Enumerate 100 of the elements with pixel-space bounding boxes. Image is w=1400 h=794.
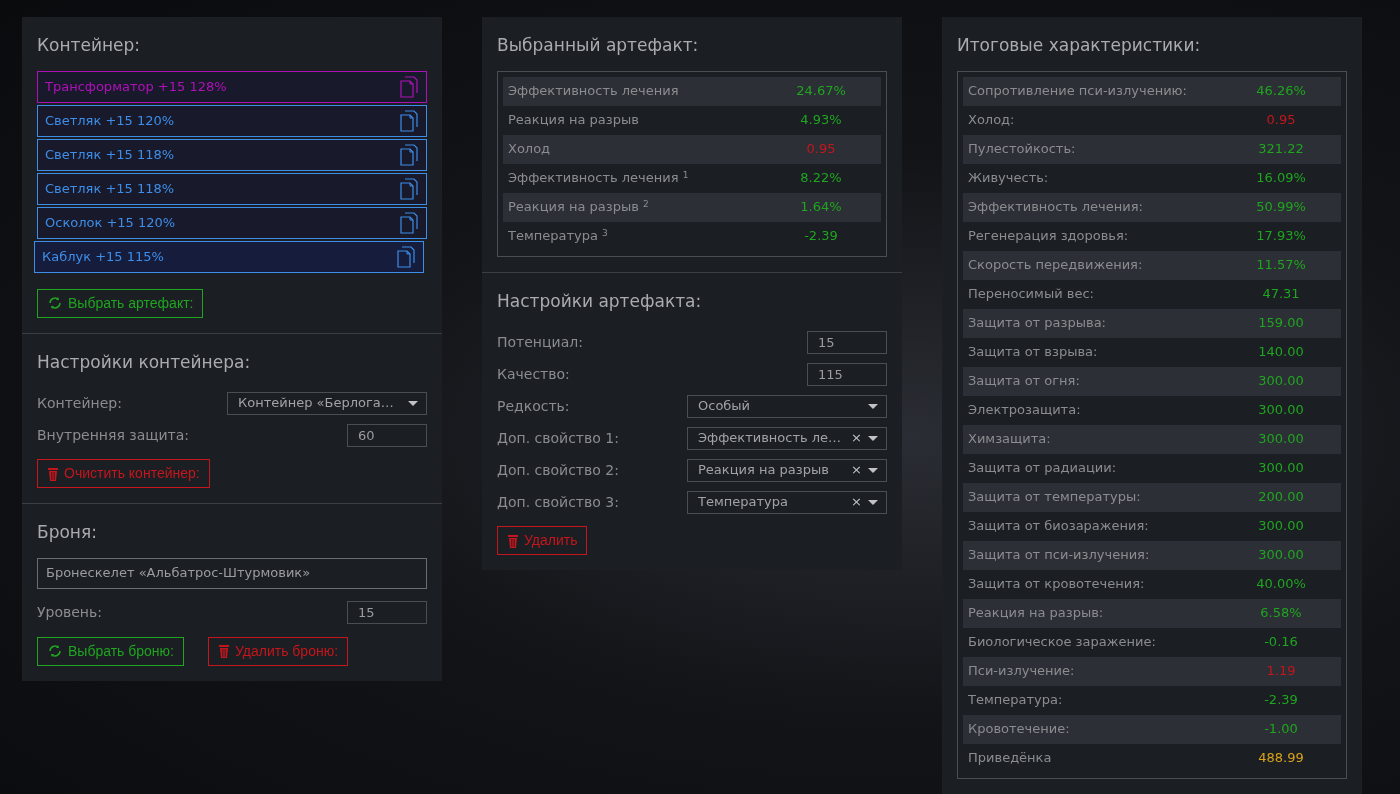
input-field[interactable]: 115 bbox=[807, 362, 887, 386]
stat-value: 24.67% bbox=[795, 82, 847, 101]
stat-name: Биологическое заражение: bbox=[968, 633, 1156, 652]
section-title: Выбранный артефакт: bbox=[497, 34, 700, 57]
stat-name: Регенерация здоровья: bbox=[968, 227, 1129, 246]
field-label: Редкость: bbox=[497, 396, 570, 416]
stat-name: Защита от кровотечения: bbox=[968, 575, 1145, 594]
stat-name: Пулестойкость: bbox=[968, 140, 1076, 159]
clear-icon[interactable]: × bbox=[851, 428, 862, 448]
stat-value: 40.00% bbox=[1255, 575, 1307, 594]
section-title: Итоговые характеристики: bbox=[957, 34, 1202, 57]
section-title: Контейнер: bbox=[37, 34, 142, 57]
stat-name: Температура: bbox=[968, 691, 1063, 710]
stat-name: Скорость передвижения: bbox=[968, 256, 1143, 275]
stat-name: Эффективность лечения $^{1}$ bbox=[508, 168, 689, 188]
stat-name: Защита от пси-излучения: bbox=[968, 546, 1150, 565]
artifact-item[interactable]: Осколок +15 120% bbox=[37, 206, 427, 239]
field-label: Доп. свойство 1: bbox=[497, 428, 619, 448]
stat-name: Эффективность лечения bbox=[508, 82, 679, 101]
trash-icon bbox=[47, 465, 59, 482]
stat-name: Реакция на разрыв $^{2}$ bbox=[508, 197, 649, 217]
field-label: Внутренняя защита: bbox=[37, 425, 190, 445]
stat-value: 47.31 bbox=[1261, 285, 1301, 304]
stat-value: 321.22 bbox=[1257, 140, 1305, 159]
copy-icon bbox=[400, 109, 418, 132]
stat-value: 300.00 bbox=[1257, 430, 1305, 449]
stat-value: 50.99% bbox=[1255, 198, 1307, 217]
stat-value: 8.22% bbox=[799, 169, 843, 188]
artifact-item[interactable]: Светляк +15 118% bbox=[37, 138, 427, 171]
button[interactable]: Выбрать броню: bbox=[37, 636, 184, 666]
copy-icon bbox=[400, 75, 418, 98]
select-field[interactable]: Реакция на разрыв × bbox=[687, 458, 887, 482]
stat-value: 488.99 bbox=[1257, 749, 1305, 768]
field-label: Уровень: bbox=[37, 603, 102, 622]
stat-value: 159.00 bbox=[1257, 314, 1305, 333]
stat-name: Приведёнка bbox=[968, 749, 1052, 768]
stat-value: 16.09% bbox=[1255, 169, 1307, 188]
select-field[interactable]: Температура × bbox=[687, 490, 887, 514]
input-field[interactable]: 15 bbox=[807, 330, 887, 354]
trash-icon bbox=[507, 532, 519, 549]
stat-name: Сопротивление пси-излучению: bbox=[968, 82, 1187, 101]
stat-value: -2.39 bbox=[803, 227, 839, 246]
artifact-item[interactable]: Светляк +15 118% bbox=[37, 172, 427, 205]
stat-name: Защита от взрыва: bbox=[968, 343, 1098, 362]
stat-name: Пси-излучение: bbox=[968, 662, 1075, 681]
caret-icon bbox=[868, 435, 878, 441]
artifact-item[interactable]: Светляк +15 120% bbox=[37, 104, 427, 137]
button[interactable]: Выбрать артефакт: bbox=[37, 288, 204, 318]
copy-icon bbox=[400, 211, 418, 234]
stat-value: 0.95 bbox=[1265, 111, 1297, 130]
artifact-label: Каблук +15 115% bbox=[42, 247, 164, 266]
stat-name: Кровотечение: bbox=[968, 720, 1070, 739]
stat-value: 300.00 bbox=[1257, 546, 1305, 565]
stat-value: 300.00 bbox=[1257, 372, 1305, 391]
stat-name: Температура $^{3}$ bbox=[508, 226, 608, 246]
stat-name: Эффективность лечения: bbox=[968, 198, 1143, 217]
artifact-label: Трансформатор +15 128% bbox=[45, 77, 227, 96]
stat-value: 200.00 bbox=[1257, 488, 1305, 507]
artifact-label: Светляк +15 120% bbox=[45, 111, 175, 130]
stat-name: Живучесть: bbox=[968, 169, 1049, 188]
stat-name: Защита от разрыва: bbox=[968, 314, 1106, 333]
artifact-label: Светляк +15 118% bbox=[45, 145, 175, 164]
clear-icon[interactable]: × bbox=[851, 492, 862, 512]
section-title: Настройки контейнера: bbox=[37, 350, 252, 374]
section-title: Броня: bbox=[37, 521, 98, 544]
field-label: Доп. свойство 3: bbox=[497, 492, 619, 512]
refresh-icon bbox=[47, 295, 63, 311]
stat-value: 17.93% bbox=[1255, 227, 1307, 246]
stat-name: Защита от радиации: bbox=[968, 459, 1117, 478]
field-label: Доп. свойство 2: bbox=[497, 460, 619, 480]
section-title: Настройки артефакта: bbox=[497, 289, 703, 313]
input-field[interactable]: 60 bbox=[347, 423, 427, 447]
stat-value: 46.26% bbox=[1255, 82, 1307, 101]
field-label: Качество: bbox=[497, 364, 570, 384]
select-field[interactable]: Эффективность ле… × bbox=[687, 426, 887, 450]
stat-name: Электрозащита: bbox=[968, 401, 1081, 420]
stat-value: 0.95 bbox=[805, 140, 837, 159]
stat-name: Холод bbox=[508, 140, 551, 159]
armor-field[interactable]: Бронескелет «Альбатрос-Штурмовик» bbox=[37, 557, 427, 589]
stat-value: 6.58% bbox=[1259, 604, 1303, 623]
input-field[interactable]: 15 bbox=[347, 601, 427, 624]
stat-value: 1.64% bbox=[799, 198, 843, 217]
select-field[interactable]: Особый bbox=[687, 394, 887, 418]
stat-name: Реакция на разрыв bbox=[508, 111, 639, 130]
stat-name: Защита от температуры: bbox=[968, 488, 1141, 507]
stat-name: Переносимый вес: bbox=[968, 285, 1094, 304]
stat-value: 140.00 bbox=[1257, 343, 1305, 362]
field-label: Контейнер: bbox=[37, 393, 122, 413]
stat-value: 1.19 bbox=[1265, 662, 1297, 681]
artifact-item[interactable]: Каблук +15 115% bbox=[34, 240, 424, 273]
clear-icon[interactable]: × bbox=[851, 460, 862, 480]
stat-value: -0.16 bbox=[1263, 633, 1299, 652]
caret-icon bbox=[868, 467, 878, 473]
stat-name: Холод: bbox=[968, 111, 1015, 130]
field-label: Потенциал: bbox=[497, 332, 583, 352]
stat-value: -2.39 bbox=[1263, 691, 1299, 710]
trash-icon bbox=[218, 643, 230, 659]
copy-icon bbox=[400, 177, 418, 200]
select-field[interactable]: Контейнер «Берлога… bbox=[227, 391, 427, 415]
caret-icon bbox=[408, 400, 418, 406]
